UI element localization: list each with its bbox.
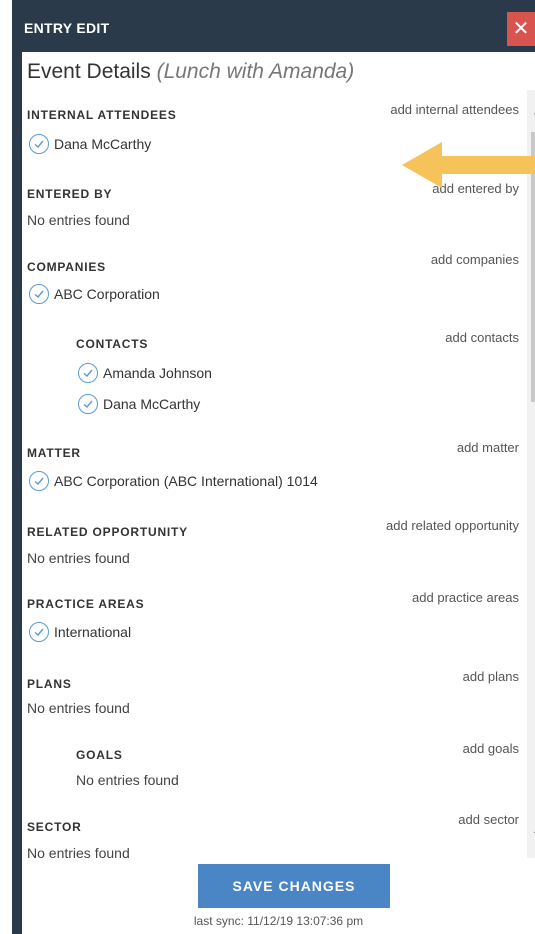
- page-subtitle: (Lunch with Amanda): [156, 60, 355, 83]
- companies-heading: COMPANIES: [27, 260, 106, 274]
- goals-heading: GOALS: [76, 748, 123, 762]
- window-title: ENTRY EDIT: [24, 20, 110, 36]
- list-item[interactable]: Dana McCarthy: [78, 394, 200, 414]
- sector-heading: SECTOR: [27, 820, 82, 834]
- practice-area-name: International: [54, 624, 132, 640]
- footer: SAVE CHANGES last sync: 11/12/19 13:07:3…: [22, 858, 535, 934]
- matter-heading: MATTER: [27, 446, 81, 460]
- list-item[interactable]: Dana McCarthy: [29, 134, 151, 154]
- check-circle-icon: [29, 471, 49, 491]
- goals-empty: No entries found: [76, 772, 179, 788]
- add-sector-link[interactable]: add sector: [458, 812, 519, 827]
- add-entered-by-link[interactable]: add entered by: [432, 181, 519, 196]
- company-name: ABC Corporation: [54, 286, 160, 302]
- add-companies-link[interactable]: add companies: [431, 252, 519, 267]
- add-goals-link[interactable]: add goals: [463, 741, 519, 756]
- scroll-thumb[interactable]: [531, 132, 535, 402]
- add-related-opportunity-link[interactable]: add related opportunity: [386, 518, 519, 533]
- add-matter-link[interactable]: add matter: [457, 440, 519, 455]
- close-button[interactable]: ✕: [507, 12, 535, 46]
- add-contacts-link[interactable]: add contacts: [445, 330, 519, 345]
- save-changes-button[interactable]: SAVE CHANGES: [198, 864, 390, 908]
- related-opportunity-heading: RELATED OPPORTUNITY: [27, 525, 188, 539]
- practice-areas-heading: PRACTICE AREAS: [27, 597, 145, 611]
- internal-attendees-heading: INTERNAL ATTENDEES: [27, 108, 177, 122]
- sector-empty: No entries found: [27, 845, 130, 858]
- entered-by-heading: ENTERED BY: [27, 187, 113, 201]
- scroll-down-icon[interactable]: ⌄: [529, 824, 535, 838]
- entered-by-empty: No entries found: [27, 212, 130, 228]
- check-circle-icon: [78, 394, 98, 414]
- list-item[interactable]: ABC Corporation: [29, 284, 160, 304]
- list-item[interactable]: International: [29, 622, 131, 642]
- page-header: Event Details (Lunch with Amanda): [22, 52, 535, 90]
- titlebar: ENTRY EDIT ✕: [12, 0, 535, 52]
- attendee-name: Dana McCarthy: [54, 136, 152, 152]
- add-practice-areas-link[interactable]: add practice areas: [412, 590, 519, 605]
- scroll-up-icon[interactable]: ⌃: [529, 110, 535, 124]
- plans-heading: PLANS: [27, 677, 72, 691]
- page-title: Event Details (Lunch with Amanda): [27, 60, 354, 84]
- contact-name: Amanda Johnson: [103, 365, 212, 381]
- related-opportunity-empty: No entries found: [27, 550, 130, 566]
- entry-edit-panel: ENTRY EDIT ✕ Event Details (Lunch with A…: [12, 0, 535, 934]
- contacts-heading: CONTACTS: [76, 337, 149, 351]
- list-item[interactable]: Amanda Johnson: [78, 363, 212, 383]
- matter-name: ABC Corporation (ABC International) 1014: [54, 473, 318, 489]
- check-circle-icon: [29, 284, 49, 304]
- check-circle-icon: [29, 622, 49, 642]
- check-circle-icon: [78, 363, 98, 383]
- list-item[interactable]: ABC Corporation (ABC International) 1014: [29, 471, 318, 491]
- check-circle-icon: [29, 134, 49, 154]
- add-plans-link[interactable]: add plans: [463, 669, 519, 684]
- add-internal-attendees-link[interactable]: add internal attendees: [390, 102, 519, 117]
- page-title-text: Event Details: [27, 60, 151, 83]
- plans-empty: No entries found: [27, 700, 130, 716]
- vertical-scrollbar[interactable]: ⌃ ⌄: [527, 90, 535, 858]
- last-sync-text: last sync: 11/12/19 13:07:36 pm: [193, 914, 364, 928]
- details-scroll-area[interactable]: INTERNAL ATTENDEES add internal attendee…: [22, 90, 535, 858]
- contact-name: Dana McCarthy: [103, 396, 201, 412]
